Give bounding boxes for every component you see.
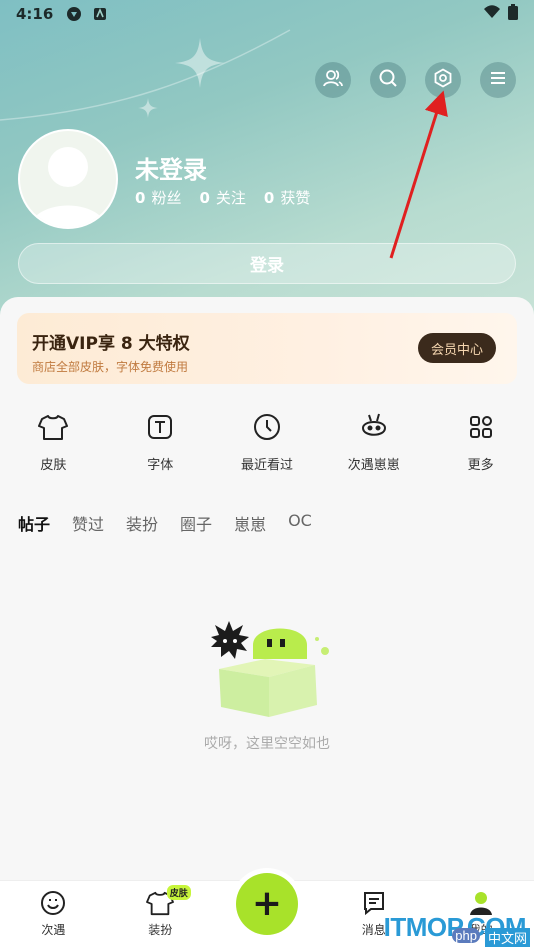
- profile-stats: 0 粉丝 0 关注 0 获赞: [135, 187, 310, 208]
- search-icon: [378, 68, 398, 92]
- content-tabs: 帖子 赞过 装扮 圈子 崽崽 OC: [18, 511, 312, 538]
- profile-name: 未登录: [135, 156, 207, 184]
- tab-liked[interactable]: 赞过: [72, 511, 104, 535]
- stat-label: 获赞: [280, 189, 311, 207]
- create-post-button[interactable]: +: [236, 873, 298, 935]
- empty-state-text: 哎呀，这里空空如也: [204, 736, 330, 752]
- nav-dressup[interactable]: 皮肤 装扮: [107, 881, 214, 950]
- feature-label: 更多: [467, 458, 494, 473]
- stat-followers[interactable]: 0 粉丝: [135, 187, 181, 208]
- fab-container: +: [231, 868, 303, 940]
- menu-icon: [489, 70, 507, 90]
- nav-ciyu[interactable]: 次遇: [0, 881, 107, 950]
- vip-banner[interactable]: 开通VIP享 8 大特权 商店全部皮肤，字体免费使用 会员中心: [17, 313, 517, 384]
- tab-circles[interactable]: 圈子: [180, 511, 212, 535]
- feature-font[interactable]: 字体: [107, 410, 214, 480]
- feature-label: 字体: [147, 458, 174, 473]
- member-center-button[interactable]: 会员中心: [418, 333, 496, 363]
- tab-oc[interactable]: OC: [288, 511, 312, 535]
- friends-button[interactable]: [315, 62, 351, 98]
- feature-row: 皮肤 字体 最近看过 次遇崽崽 更多: [0, 410, 534, 480]
- feature-skin[interactable]: 皮肤: [0, 410, 107, 480]
- pet-icon: [357, 410, 391, 444]
- battery-icon: [508, 4, 518, 24]
- nav-label: 次遇: [41, 923, 66, 937]
- wifi-icon: [484, 5, 500, 23]
- tab-pets[interactable]: 崽崽: [234, 511, 266, 535]
- skin-badge: 皮肤: [166, 885, 191, 900]
- empty-state-illustration: [211, 621, 329, 717]
- stat-value: 0: [263, 189, 275, 207]
- tab-posts[interactable]: 帖子: [18, 511, 51, 538]
- font-icon: [143, 410, 177, 444]
- profile-header: 4:16 未登录 0 粉丝 0 关注 0 获赞 登录: [0, 0, 534, 330]
- smile-icon: [39, 889, 67, 917]
- stat-likes[interactable]: 0 获赞: [264, 187, 310, 208]
- feature-label: 次遇崽崽: [347, 458, 400, 473]
- stat-label: 粉丝: [151, 189, 182, 207]
- feature-pet[interactable]: 次遇崽崽: [320, 410, 427, 480]
- menu-button[interactable]: [480, 62, 516, 98]
- status-bar: 4:16: [0, 0, 534, 28]
- nav-label: 消息: [361, 923, 386, 937]
- clock-icon: [250, 410, 284, 444]
- friends-icon: [323, 68, 343, 92]
- stat-value: 0: [199, 189, 210, 207]
- status-right: [484, 4, 518, 24]
- top-actions: [315, 62, 516, 98]
- watermark-php: php: [452, 928, 480, 943]
- stat-following[interactable]: 0 关注: [199, 187, 245, 208]
- app-notification-icon: [91, 5, 109, 23]
- watermark-sub: 中文网: [484, 928, 530, 947]
- login-button[interactable]: 登录: [18, 243, 516, 284]
- feature-recent[interactable]: 最近看过: [214, 410, 321, 480]
- settings-icon: [433, 68, 453, 92]
- status-time: 4:16: [16, 5, 54, 23]
- feature-more[interactable]: 更多: [427, 410, 534, 480]
- nav-label: 装扮: [148, 923, 173, 937]
- avatar[interactable]: [18, 129, 118, 229]
- feature-label: 皮肤: [40, 458, 67, 473]
- sync-icon: [65, 5, 83, 23]
- feature-label: 最近看过: [240, 458, 293, 473]
- grid-icon: [464, 410, 498, 444]
- search-button[interactable]: [370, 62, 406, 98]
- tab-dressup[interactable]: 装扮: [126, 511, 158, 535]
- main-content: 开通VIP享 8 大特权 商店全部皮肤，字体免费使用 会员中心 皮肤 字体 最近…: [0, 297, 534, 882]
- vip-subtitle: 商店全部皮肤，字体免费使用: [32, 360, 189, 374]
- stat-value: 0: [135, 189, 146, 207]
- stat-label: 关注: [215, 189, 246, 207]
- shirt-icon: [36, 410, 70, 444]
- settings-button[interactable]: [425, 62, 461, 98]
- vip-title: 开通VIP享 8 大特权: [32, 334, 190, 354]
- default-avatar-icon: [29, 147, 107, 227]
